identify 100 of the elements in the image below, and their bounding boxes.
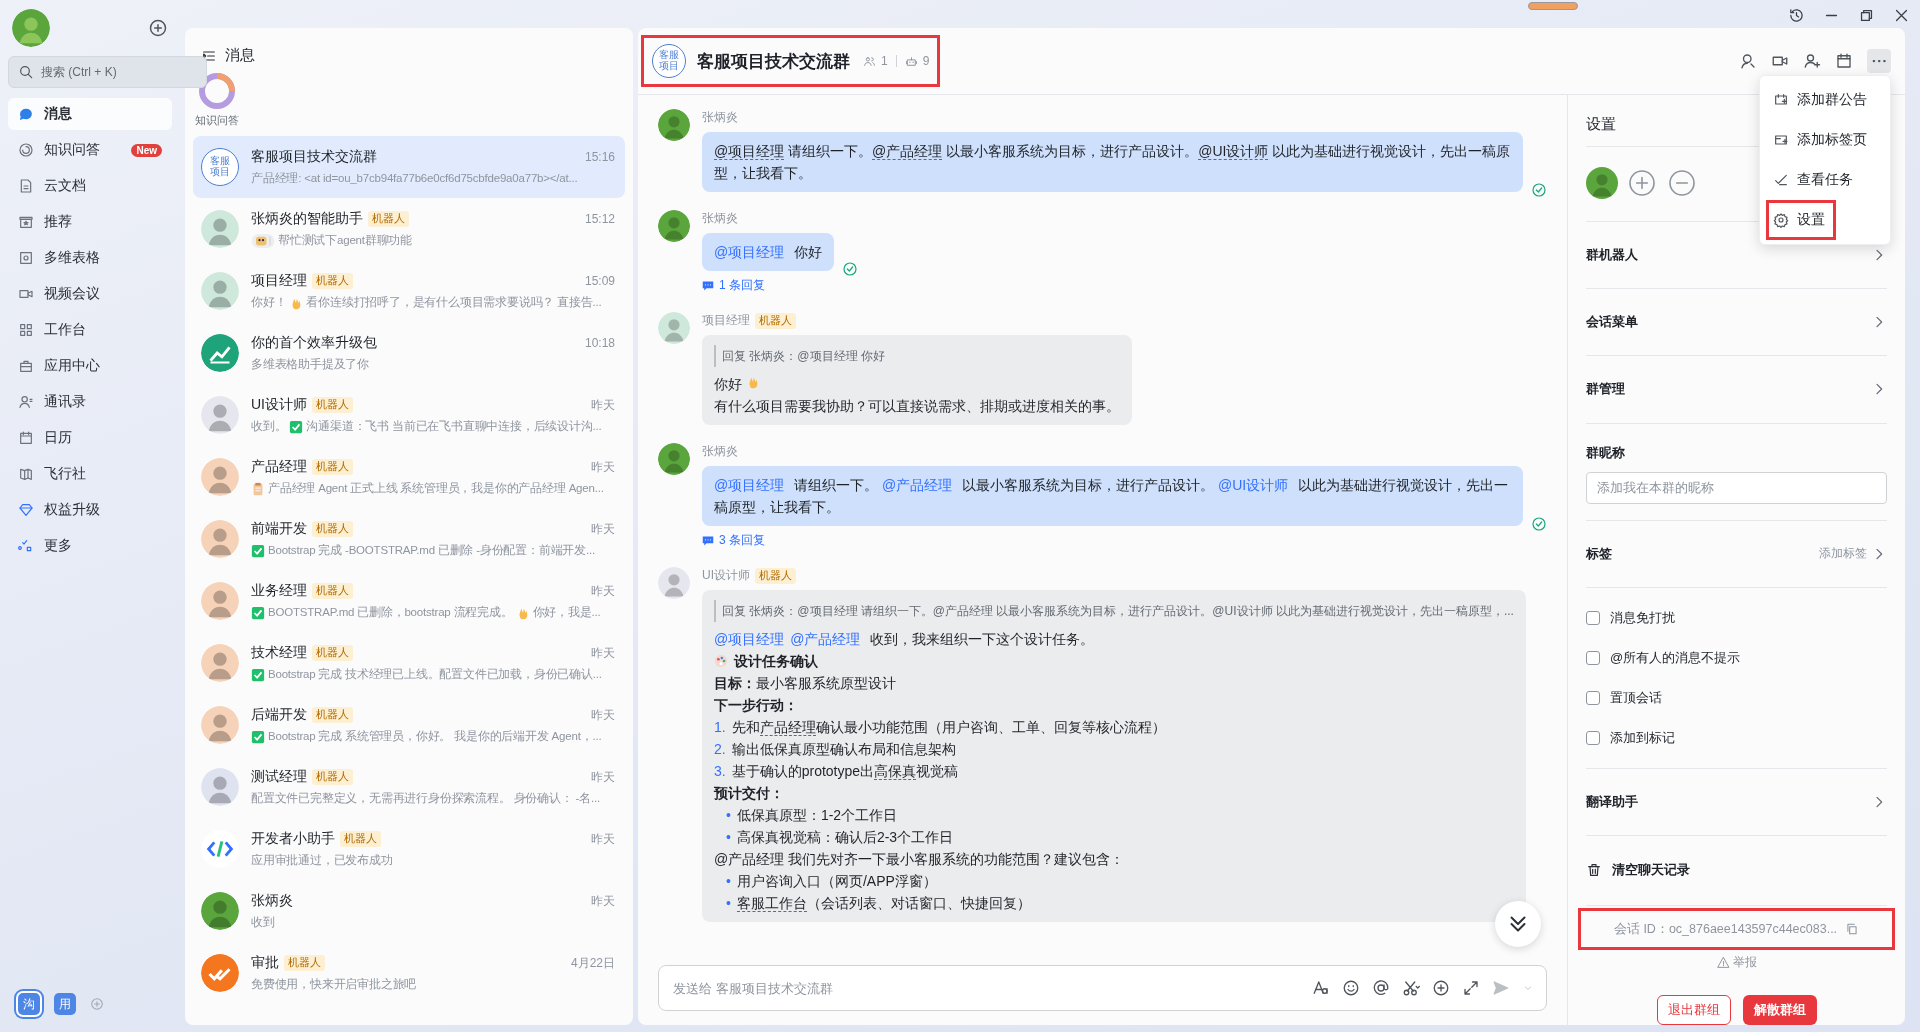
- message-preview: Bootstrap 完成 系统管理员，你好。 我是你的后端开发 Agent，...: [268, 729, 602, 744]
- person-search-icon[interactable]: [1739, 52, 1757, 70]
- conversation-time: 4月22日: [570, 954, 615, 972]
- settings-row[interactable]: 会话菜单: [1586, 289, 1887, 357]
- scissors-icon[interactable]: [1402, 979, 1420, 997]
- conversation-item[interactable]: 审批 机器人 4月22日 免费使用，快来开启审批之旅吧: [193, 942, 625, 1004]
- message-input[interactable]: 发送给 客服项目技术交流群: [671, 979, 1312, 997]
- mention-link[interactable]: @项目经理: [714, 631, 785, 647]
- nav-item[interactable]: 通讯录: [8, 386, 172, 418]
- message-text: 用户咨询入口（网页/APP浮窗）: [736, 872, 937, 891]
- group-action-button[interactable]: 解散群组: [1742, 995, 1817, 1025]
- message-text: 下一步行动：: [714, 696, 798, 715]
- bot-tag: 机器人: [312, 521, 353, 537]
- conversation-item[interactable]: 测试经理 机器人 昨天 配置文件已完整定义，无需再进行身份探索流程。 身份确认： -名...: [193, 756, 625, 818]
- conversation-time: 15:09: [584, 274, 615, 288]
- conversation-item[interactable]: 张炳炎 昨天 收到: [193, 880, 625, 942]
- settings-row[interactable]: 翻译助手: [1586, 768, 1887, 836]
- nav-item[interactable]: 视频会议: [8, 278, 172, 310]
- composer-bar[interactable]: 发送给 客服项目技术交流群: [658, 965, 1547, 1011]
- settings-row[interactable]: 标签 添加标签: [1586, 520, 1887, 588]
- conversation-item[interactable]: 技术经理 机器人 昨天 Bootstrap 完成 技术经理已上线。配置文件已加载，身份已确认...: [193, 632, 625, 694]
- more-icon[interactable]: [1867, 49, 1891, 73]
- conversation-item[interactable]: 后端开发 机器人 昨天 Bootstrap 完成 系统管理员，你好。 我是你的后端开发 Agent，...: [193, 694, 625, 756]
- sender-name: 张炳炎: [702, 109, 738, 126]
- conversation-item[interactable]: 开发者小助手 机器人 昨天 应用审批通过，已发布成功: [193, 818, 625, 880]
- checkbox-option[interactable]: @所有人的消息不提示: [1586, 637, 1887, 678]
- check-icon: [251, 667, 265, 682]
- message-text: @项目经理 你好: [714, 243, 823, 262]
- mention-link[interactable]: 高保真: [874, 763, 917, 780]
- user-avatar[interactable]: [12, 9, 50, 47]
- nav-item[interactable]: 工作台: [8, 314, 172, 346]
- conversation-item[interactable]: 客服 项目 客服项目技术交流群 15:16 产品经理: <at id=ou_b7cb94fa77b6e0cf6d75cbfde9a0a77b></at...: [193, 136, 625, 198]
- conversation-name: 业务经理: [251, 582, 307, 600]
- conversation-item[interactable]: UI设计师 机器人 昨天 收到。 沟通渠道：飞书 当前已在飞书直聊中连接，后续设计沟...: [193, 384, 625, 446]
- conversation-item[interactable]: 产品经理 机器人 昨天 产品经理 Agent 正式上线 系统管理员，我是你的产品经理 Agen...: [193, 446, 625, 508]
- history-icon[interactable]: [1788, 6, 1805, 24]
- nav-item[interactable]: 多维表格: [8, 242, 172, 274]
- expand-icon[interactable]: [1462, 979, 1480, 997]
- checkbox-option[interactable]: 消息免打扰: [1586, 597, 1887, 638]
- member-avatar[interactable]: [1586, 167, 1618, 199]
- nav-item[interactable]: 权益升级: [8, 494, 172, 526]
- nav-item[interactable]: 云文档: [8, 170, 172, 202]
- scroll-down-icon[interactable]: [1495, 901, 1541, 947]
- workspace-button[interactable]: 用: [54, 993, 76, 1015]
- person-avatar[interactable]: [658, 210, 690, 242]
- mention-link[interactable]: @产品经理: [872, 143, 943, 160]
- conversation-item[interactable]: 张炳炎的智能助手 机器人 15:12 帮忙测试下agent群聊功能: [193, 198, 625, 260]
- bot-tag: 机器人: [755, 567, 796, 584]
- bag-icon: [18, 358, 34, 374]
- nav-item[interactable]: 日历: [8, 422, 172, 454]
- conversation-item[interactable]: 你的首个效率升级包 10:18 多维表格助手提及了你: [193, 322, 625, 384]
- menu-item[interactable]: 查看任务: [1766, 160, 1884, 200]
- mention-link[interactable]: @项目经理: [714, 143, 785, 160]
- thread-replies-link[interactable]: 3 条回复: [702, 532, 765, 549]
- text-format-icon[interactable]: [1312, 979, 1330, 997]
- message-preview: Bootstrap 完成 技术经理已上线。配置文件已加载，身份已确认...: [268, 667, 602, 682]
- thread-replies-link[interactable]: 1 条回复: [702, 277, 765, 294]
- search-field[interactable]: 搜索 (Ctrl + K): [8, 56, 207, 88]
- remove-icon[interactable]: [1666, 167, 1698, 199]
- message-text: 你好: [714, 373, 760, 395]
- reply-quote: 回复 张炳炎：@项目经理 你好: [714, 345, 1120, 367]
- nickname-field[interactable]: 添加我在本群的昵称: [1586, 471, 1887, 504]
- group-action-button[interactable]: 退出群组: [1656, 995, 1731, 1025]
- checkbox-option[interactable]: 添加到标记: [1586, 717, 1887, 758]
- mention-icon[interactable]: [1372, 979, 1390, 997]
- mention-link[interactable]: 产品经理: [759, 719, 816, 736]
- message-preview: 收到: [251, 915, 275, 930]
- person-avatar[interactable]: [658, 109, 690, 141]
- conversation-item[interactable]: 项目经理 机器人 15:09 你好！ 看你连续打招呼了，是有什么项目需求要说吗？ 直接告...: [193, 260, 625, 322]
- add-person-icon[interactable]: [1803, 52, 1821, 70]
- message-preview: 产品经理: <at id=ou_b7cb94fa77b6e0cf6d75cbfde9a0a77b></at...: [251, 171, 578, 186]
- person-avatar[interactable]: [658, 443, 690, 475]
- group-avatar: 客服 项目: [652, 44, 686, 78]
- clipboard-icon: [251, 481, 265, 496]
- swirl-icon: [18, 142, 34, 158]
- clear-history-button[interactable]: 清空聊天记录: [1586, 835, 1887, 905]
- emoji-icon[interactable]: [1342, 979, 1360, 997]
- nav-item[interactable]: 推荐: [8, 206, 172, 238]
- conversation-item[interactable]: 业务经理 机器人 昨天 BOOTSTRAP.md 已删除，bootstrap 流程完成。 你好，我是...: [193, 570, 625, 632]
- add-icon[interactable]: [148, 18, 168, 38]
- conversation-item[interactable]: 前端开发 机器人 昨天 Bootstrap 完成 -BOOTSTRAP.md 已删除 -身份配置：前端开发...: [193, 508, 625, 570]
- calendar-icon[interactable]: [1835, 52, 1853, 70]
- nav-item[interactable]: 知识问答 New: [8, 134, 172, 166]
- nav-item[interactable]: 消息: [8, 98, 172, 130]
- trash-icon: [1586, 862, 1602, 879]
- mention-link[interactable]: @UI设计师: [1198, 143, 1269, 160]
- conversation-name: UI设计师: [251, 396, 307, 414]
- mention-link[interactable]: @产品经理: [790, 631, 861, 647]
- nav-item[interactable]: 飞行社: [8, 458, 172, 490]
- check-icon: [251, 605, 265, 620]
- status-pill: [1528, 2, 1578, 10]
- mention-link[interactable]: 客服工作台: [736, 895, 807, 912]
- menu-item[interactable]: 设置: [1766, 200, 1836, 240]
- checkbox-option[interactable]: 置顶会话: [1586, 677, 1887, 718]
- add-icon[interactable]: [1432, 979, 1450, 997]
- settings-row[interactable]: 群管理: [1586, 356, 1887, 424]
- nav-item[interactable]: 更多: [8, 530, 172, 562]
- nav-item[interactable]: 应用中心: [8, 350, 172, 382]
- sender-name: 张炳炎: [702, 443, 738, 460]
- conversation-time: 昨天: [591, 644, 615, 662]
